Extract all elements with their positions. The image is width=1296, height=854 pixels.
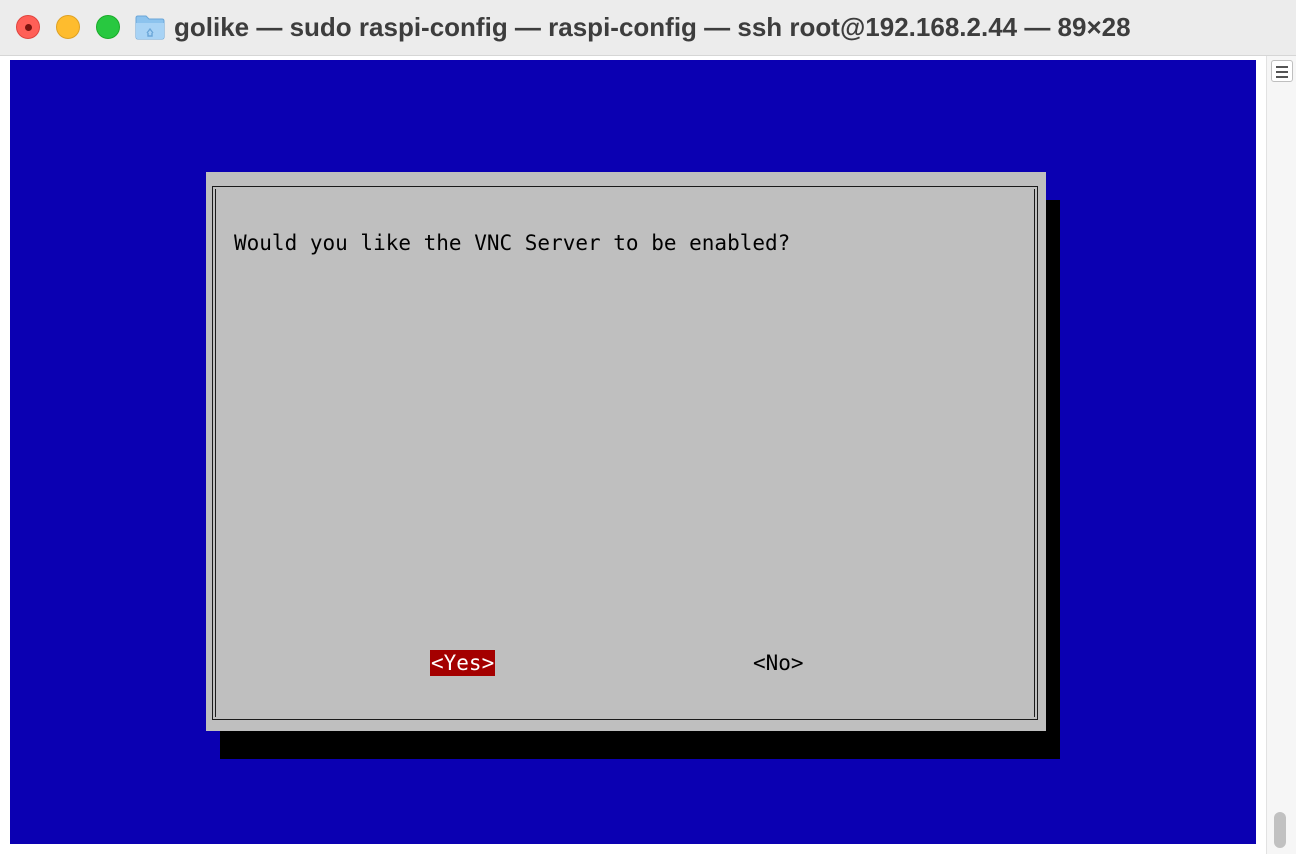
minimize-window-button[interactable] bbox=[56, 15, 80, 39]
window-title: golike — sudo raspi-config — raspi-confi… bbox=[174, 12, 1131, 42]
vnc-confirm-dialog: Would you like the VNC Server to be enab… bbox=[206, 172, 1046, 731]
dialog-frame bbox=[212, 186, 1038, 720]
folder-icon bbox=[135, 15, 165, 40]
split-view-button[interactable] bbox=[1271, 60, 1293, 82]
yes-button[interactable]: <Yes> bbox=[430, 650, 496, 676]
terminal-window: golike — sudo raspi-config — raspi-confi… bbox=[0, 0, 1296, 854]
close-icon bbox=[25, 24, 32, 31]
split-view-icon bbox=[1276, 66, 1288, 68]
zoom-window-button[interactable] bbox=[96, 15, 120, 39]
dialog-message: Would you like the VNC Server to be enab… bbox=[234, 231, 791, 255]
scrollbar-thumb[interactable] bbox=[1274, 812, 1286, 848]
title-bar[interactable]: golike — sudo raspi-config — raspi-confi… bbox=[0, 0, 1296, 56]
scrollbar[interactable] bbox=[1266, 56, 1296, 854]
no-button[interactable]: <No> bbox=[752, 650, 805, 676]
close-window-button[interactable] bbox=[16, 15, 40, 39]
